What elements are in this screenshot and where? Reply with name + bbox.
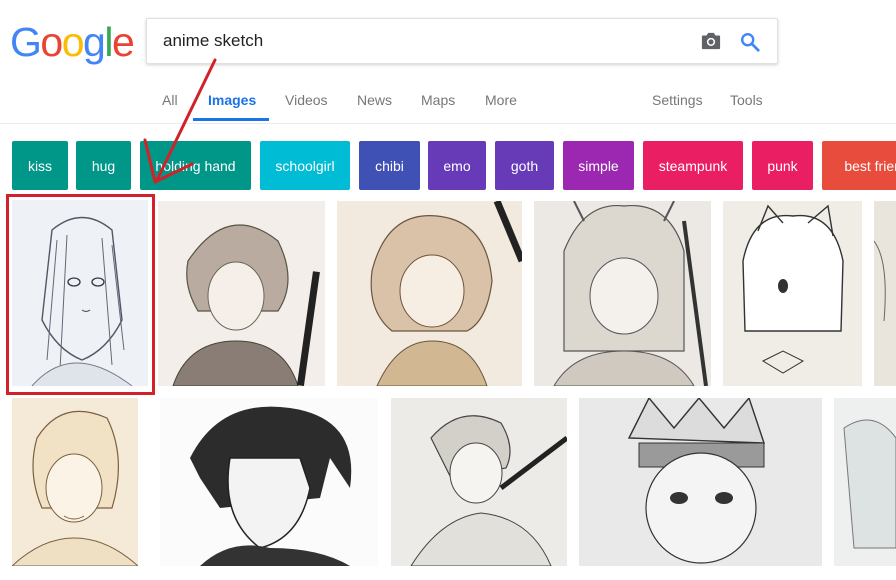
image-result[interactable]: [12, 200, 148, 386]
chip-label: schoolgirl: [275, 157, 335, 174]
chip-label: best friend: [844, 157, 896, 174]
chip-emo[interactable]: emo: [428, 141, 486, 190]
image-result[interactable]: [874, 201, 896, 386]
chip-punk[interactable]: punk: [752, 141, 813, 190]
image-result[interactable]: [12, 398, 138, 566]
tab-maps[interactable]: Maps: [421, 92, 455, 108]
chip-goth[interactable]: goth: [495, 141, 554, 190]
logo-letter: e: [111, 19, 135, 65]
tab-more[interactable]: More: [485, 92, 517, 108]
tab-news[interactable]: News: [357, 92, 392, 108]
chip-label: holding hand: [155, 157, 236, 174]
image-result[interactable]: [391, 398, 567, 566]
search-box[interactable]: anime sketch: [146, 18, 778, 64]
chip-label: steampunk: [658, 157, 728, 174]
chip-kiss[interactable]: kiss: [12, 141, 68, 190]
tools-link[interactable]: Tools: [730, 92, 763, 108]
chip-steampunk[interactable]: steampunk: [643, 141, 743, 190]
chip-label: kiss: [27, 157, 53, 174]
logo-letter: G: [10, 19, 42, 65]
search-input[interactable]: anime sketch: [163, 31, 263, 51]
search-tabs: All Images Videos News Maps More Setting…: [0, 78, 896, 124]
chip-label: chibi: [375, 157, 404, 174]
image-result[interactable]: [160, 398, 378, 566]
chip-holding-hand[interactable]: holding hand: [140, 141, 251, 190]
tab-all[interactable]: All: [162, 92, 178, 108]
chip-simple[interactable]: simple: [563, 141, 634, 190]
google-logo[interactable]: Google: [10, 18, 135, 66]
chip-label: punk: [767, 157, 798, 174]
chip-best-friend[interactable]: best friend: [822, 141, 896, 190]
chip-hug[interactable]: hug: [76, 141, 131, 190]
related-chips: kiss hug holding hand schoolgirl chibi e…: [0, 141, 896, 191]
camera-icon[interactable]: [700, 31, 722, 51]
logo-letter: l: [104, 19, 113, 65]
search-icon[interactable]: [739, 31, 761, 53]
image-result[interactable]: [834, 398, 896, 566]
image-result[interactable]: [579, 398, 822, 566]
image-result[interactable]: [158, 201, 325, 386]
chip-label: emo: [443, 157, 471, 174]
logo-letter: g: [83, 19, 106, 65]
tab-videos[interactable]: Videos: [285, 92, 328, 108]
chip-label: hug: [91, 157, 116, 174]
chip-label: simple: [578, 157, 619, 174]
chip-chibi[interactable]: chibi: [359, 141, 420, 190]
image-result[interactable]: [337, 201, 522, 386]
image-result[interactable]: [534, 201, 711, 386]
logo-letter: o: [40, 19, 63, 65]
logo-letter: o: [61, 19, 85, 65]
active-tab-indicator: [193, 118, 269, 121]
chip-label: goth: [510, 157, 539, 174]
chip-schoolgirl[interactable]: schoolgirl: [260, 141, 350, 190]
tab-images[interactable]: Images: [208, 92, 256, 108]
settings-link[interactable]: Settings: [652, 92, 703, 108]
image-result[interactable]: [723, 201, 862, 386]
